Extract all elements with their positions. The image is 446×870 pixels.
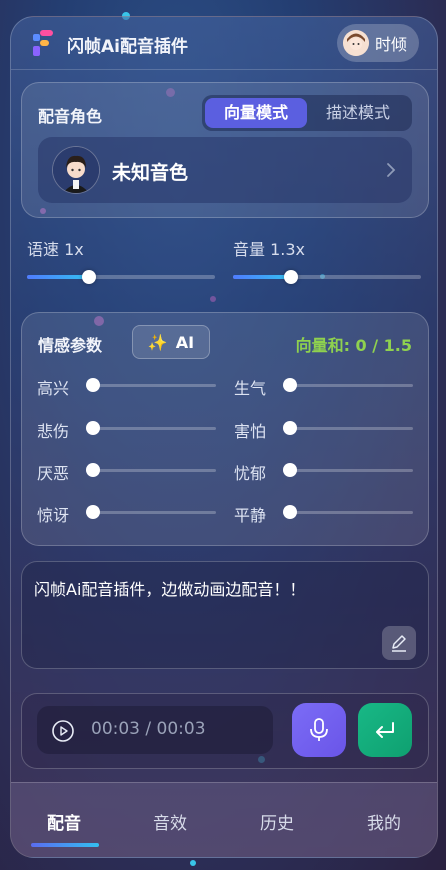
speed-slider[interactable]: [27, 270, 215, 284]
mode-description-tab[interactable]: 描述模式: [307, 98, 409, 128]
emotion-slider-handle[interactable]: [86, 378, 100, 392]
app-title: 闪帧Ai配音插件: [67, 37, 188, 57]
sparkles-icon: ✨: [147, 332, 168, 352]
ai-button-label: AI: [175, 332, 195, 352]
record-button[interactable]: [292, 703, 346, 757]
app-logo-icon: [33, 30, 53, 56]
emotion-slider-calm[interactable]: [283, 505, 413, 519]
emotion-label-disgust: 厌恶: [37, 464, 70, 483]
emotion-slider-handle[interactable]: [283, 463, 297, 477]
vector-sum-indicator: 向量和: 0 / 1.5: [295, 336, 412, 355]
voice-name: 未知音色: [112, 162, 189, 184]
emotion-label-afraid: 害怕: [234, 422, 267, 441]
speed-label: 语速 1x: [27, 240, 84, 259]
emotion-slider-disgust[interactable]: [86, 463, 216, 477]
ai-emotion-button[interactable]: ✨ AI: [132, 325, 210, 359]
enter-icon: [376, 722, 394, 738]
emotion-slider-handle[interactable]: [283, 421, 297, 435]
emotion-slider-surprised[interactable]: [86, 505, 216, 519]
speed-fill: [27, 275, 90, 279]
playback-time: 00:03 / 00:03: [91, 719, 206, 739]
tab-dubbing[interactable]: 配音: [11, 809, 117, 834]
emotion-card: 情感参数 ✨ AI 向量和: 0 / 1.5 高兴 生气 悲伤 害怕 厌恶 忧郁…: [21, 312, 429, 546]
microphone-icon: [310, 718, 328, 741]
edit-button[interactable]: [382, 626, 416, 660]
emotion-label-calm: 平静: [234, 506, 267, 525]
sparkle: [190, 860, 196, 866]
voice-avatar: [52, 146, 100, 194]
emotion-label-surprised: 惊讶: [37, 506, 70, 525]
chevron-right-icon: [387, 163, 396, 177]
emotion-label-melancholy: 忧郁: [234, 464, 267, 483]
user-name: 时倾: [374, 35, 407, 54]
emotion-title: 情感参数: [38, 336, 103, 355]
volume-slider[interactable]: [233, 270, 421, 284]
emotion-label-happy: 高兴: [37, 379, 70, 398]
plugin-panel: 闪帧Ai配音插件 时倾 配音角色 向量模式 描述模式 未知音色 语速 1x 音量…: [10, 16, 438, 858]
emotion-slider-angry[interactable]: [283, 378, 413, 392]
tab-sound-effects[interactable]: 音效: [117, 809, 223, 834]
pencil-icon: [392, 635, 406, 652]
emotion-slider-afraid[interactable]: [283, 421, 413, 435]
header: 闪帧Ai配音插件 时倾: [11, 17, 437, 70]
emotion-slider-handle[interactable]: [86, 505, 100, 519]
script-text[interactable]: 闪帧Ai配音插件，边做动画边配音！！: [34, 576, 305, 600]
user-profile-chip[interactable]: 时倾: [336, 24, 419, 62]
emotion-slider-melancholy[interactable]: [283, 463, 413, 477]
emotion-slider-happy[interactable]: [86, 378, 216, 392]
voice-role-card: 配音角色 向量模式 描述模式 未知音色: [21, 82, 429, 218]
tab-history[interactable]: 历史: [224, 809, 330, 834]
mode-switch: 向量模式 描述模式: [202, 95, 412, 131]
emotion-slider-handle[interactable]: [283, 505, 297, 519]
audio-player: 00:03 / 00:03: [37, 706, 273, 754]
emotion-slider-sad[interactable]: [86, 421, 216, 435]
emotion-slider-handle[interactable]: [86, 421, 100, 435]
volume-label: 音量 1.3x: [233, 240, 306, 259]
mode-vector-tab[interactable]: 向量模式: [205, 98, 307, 128]
play-icon[interactable]: [51, 719, 75, 743]
tab-mine[interactable]: 我的: [331, 809, 437, 834]
script-text-area[interactable]: 闪帧Ai配音插件，边做动画边配音！！: [21, 561, 429, 669]
voice-role-title: 配音角色: [38, 107, 103, 126]
emotion-label-angry: 生气: [234, 379, 267, 398]
voice-selector[interactable]: 未知音色: [38, 137, 412, 203]
active-tab-indicator: [31, 843, 99, 847]
player-bar: 00:03 / 00:03: [21, 693, 429, 769]
emotion-slider-handle[interactable]: [86, 463, 100, 477]
submit-button[interactable]: [358, 703, 412, 757]
volume-fill: [233, 275, 292, 279]
emotion-label-sad: 悲伤: [37, 422, 70, 441]
bottom-tab-bar: 配音 音效 历史 我的: [11, 782, 437, 857]
emotion-slider-handle[interactable]: [283, 378, 297, 392]
user-avatar: [342, 30, 369, 56]
volume-slider-handle[interactable]: [284, 270, 299, 284]
speed-slider-handle[interactable]: [82, 270, 97, 284]
